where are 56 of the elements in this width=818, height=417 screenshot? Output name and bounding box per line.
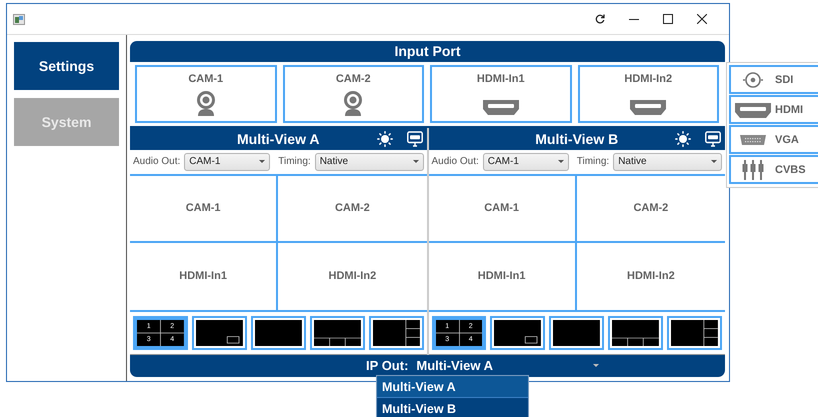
- app-icon: [13, 14, 25, 24]
- multiview-title: Multi-View B: [535, 130, 618, 147]
- panel-title: Input Port: [394, 43, 461, 60]
- input-tile[interactable]: HDMI-In1: [430, 64, 572, 123]
- dropdown-option[interactable]: Multi-View A: [377, 376, 528, 398]
- maximize-icon[interactable]: [663, 14, 673, 24]
- input-tile[interactable]: CAM-1: [135, 64, 276, 123]
- layout-option[interactable]: [490, 316, 546, 350]
- webcam-icon: [194, 90, 217, 116]
- ip-out-label: IP Out:: [366, 358, 408, 374]
- timing-label: Timing:: [278, 156, 311, 168]
- input-tile[interactable]: CAM-2: [282, 64, 424, 123]
- view-cell[interactable]: HDMI-In2: [278, 242, 426, 310]
- multiview-title: Multi-View A: [237, 130, 320, 147]
- hdmi-port-icon: [734, 100, 772, 118]
- view-cell[interactable]: CAM-2: [278, 176, 426, 243]
- audio-out-dropdown[interactable]: CAM-1: [184, 152, 270, 171]
- brightness-icon[interactable]: [675, 130, 691, 147]
- view-cell[interactable]: CAM-2: [576, 176, 725, 243]
- audio-out-label: Audio Out:: [432, 156, 479, 168]
- port-type-option[interactable]: VGA: [729, 125, 818, 154]
- audio-out-label: Audio Out:: [133, 156, 180, 168]
- layout-option[interactable]: [250, 316, 306, 350]
- view-cell[interactable]: HDMI-In2: [576, 242, 725, 310]
- close-icon[interactable]: [697, 14, 707, 24]
- layout-option[interactable]: [368, 316, 424, 350]
- layout-option[interactable]: [192, 316, 247, 350]
- port-type-option[interactable]: SDI: [729, 65, 818, 94]
- timing-dropdown[interactable]: Native: [613, 152, 722, 171]
- layout-option[interactable]: [549, 316, 604, 350]
- refresh-icon[interactable]: [595, 14, 605, 24]
- sidebar-tab[interactable]: Settings: [14, 42, 119, 90]
- hdmi-port-icon: [482, 98, 520, 116]
- layout-option[interactable]: [310, 316, 365, 350]
- hdmi-port-icon: [629, 98, 668, 116]
- connector-icon: [742, 70, 764, 88]
- webcam-icon: [342, 90, 364, 116]
- layout-option[interactable]: [667, 316, 722, 350]
- rca-cables-icon: [742, 160, 764, 180]
- audio-out-dropdown[interactable]: CAM-1: [482, 152, 569, 171]
- ip-out-dropdown[interactable]: Multi-View A: [416, 358, 599, 374]
- view-cell[interactable]: HDMI-In1: [130, 242, 278, 310]
- timing-label: Timing:: [576, 156, 610, 168]
- port-type-option[interactable]: CVBS: [729, 155, 818, 184]
- input-tile[interactable]: HDMI-In2: [578, 64, 719, 123]
- dropdown-option[interactable]: Multi-View B: [377, 398, 528, 417]
- timing-dropdown[interactable]: Native: [314, 152, 424, 171]
- view-cell[interactable]: CAM-1: [428, 176, 577, 243]
- monitor-icon[interactable]: [705, 130, 721, 147]
- layout-option[interactable]: [608, 316, 664, 350]
- monitor-icon[interactable]: [406, 130, 422, 147]
- view-cell[interactable]: HDMI-In1: [428, 242, 577, 310]
- brightness-icon[interactable]: [376, 130, 392, 147]
- view-cell[interactable]: CAM-1: [130, 176, 278, 243]
- port-type-option[interactable]: HDMI: [729, 95, 818, 124]
- vga-port-icon: [740, 134, 766, 144]
